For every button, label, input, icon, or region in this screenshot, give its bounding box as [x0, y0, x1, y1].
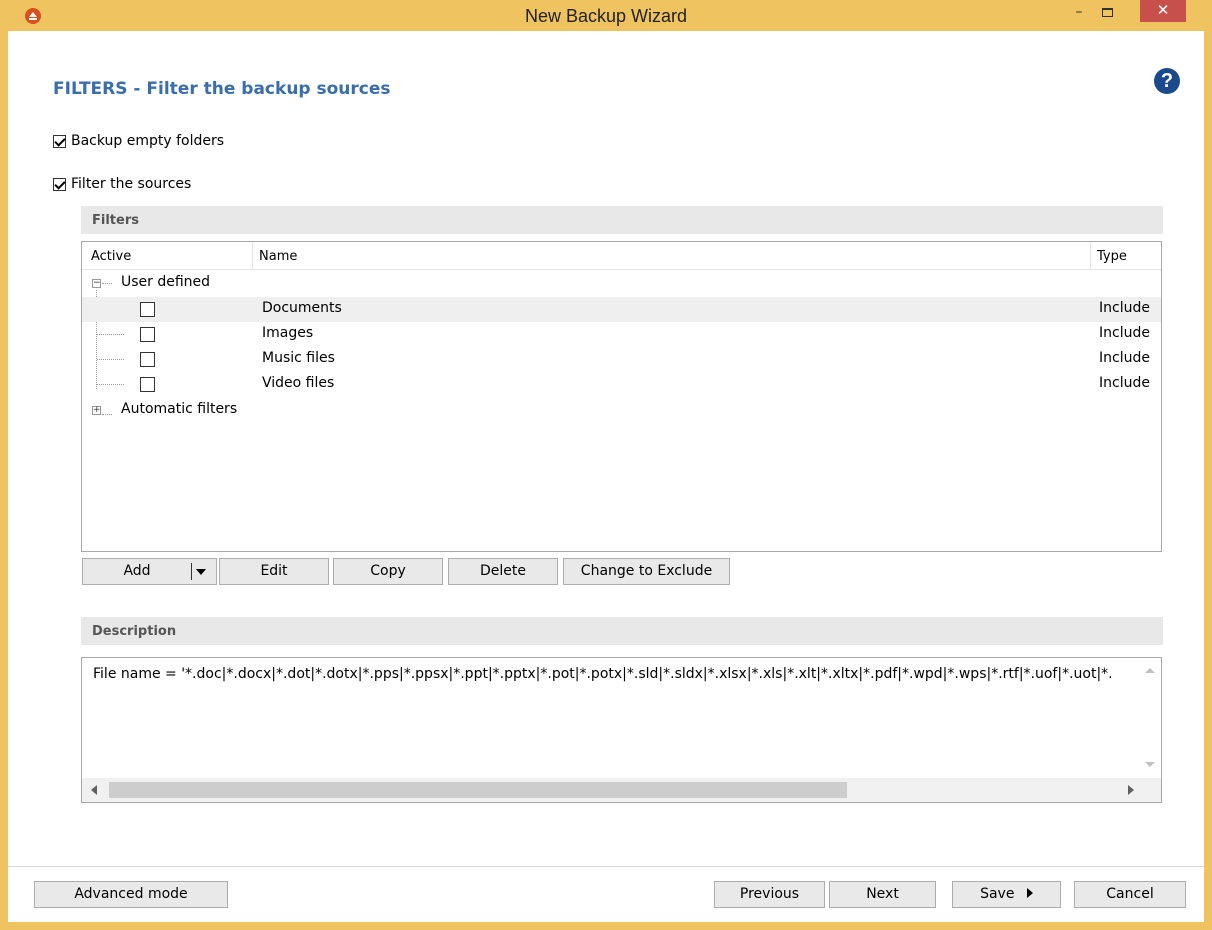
tree-group-user-defined[interactable]: − User defined — [82, 271, 1161, 296]
help-icon[interactable]: ? — [1154, 68, 1180, 94]
backup-empty-folders-option[interactable]: Backup empty folders — [53, 133, 224, 149]
column-type[interactable]: Type — [1097, 249, 1127, 264]
page-title: FILTERS - Filter the backup sources — [53, 79, 391, 99]
filter-type: Include — [1099, 375, 1150, 391]
close-button[interactable]: ✕ — [1140, 0, 1186, 22]
column-divider[interactable] — [1090, 242, 1091, 270]
scroll-thumb[interactable] — [109, 782, 847, 798]
filter-active-checkbox[interactable] — [140, 327, 155, 342]
filter-name: Video files — [262, 375, 335, 391]
scroll-up-icon[interactable] — [1145, 668, 1155, 673]
filter-type: Include — [1099, 325, 1150, 341]
filter-sources-checkbox[interactable] — [53, 177, 66, 191]
filter-active-checkbox[interactable] — [140, 352, 155, 367]
copy-button[interactable]: Copy — [333, 558, 443, 585]
vertical-scrollbar[interactable] — [1137, 658, 1161, 778]
dropdown-arrow-icon[interactable] — [196, 569, 206, 575]
backup-empty-folders-checkbox[interactable] — [53, 134, 66, 148]
backup-empty-folders-label: Backup empty folders — [71, 133, 225, 149]
minimize-button[interactable]: – — [1066, 4, 1092, 28]
group-label: User defined — [121, 274, 211, 290]
scroll-left-icon[interactable] — [91, 785, 97, 795]
change-to-exclude-button[interactable]: Change to Exclude — [563, 558, 730, 585]
footer-divider — [8, 866, 1204, 867]
maximize-button[interactable] — [1094, 0, 1120, 24]
advanced-mode-button[interactable]: Advanced mode — [34, 881, 228, 908]
backup-wizard-window: New Backup Wizard – ✕ ? FILTERS - Filter… — [0, 0, 1212, 930]
wizard-client-area: ? FILTERS - Filter the backup sources Ba… — [8, 31, 1204, 922]
collapse-icon[interactable]: − — [92, 279, 101, 288]
filter-row-music-files[interactable]: Music files Include — [82, 347, 1161, 372]
column-active[interactable]: Active — [91, 249, 131, 264]
filter-type: Include — [1099, 350, 1150, 366]
filters-section-header: Filters — [81, 206, 1163, 234]
delete-button[interactable]: Delete — [448, 558, 558, 585]
tree-group-automatic-filters[interactable]: + Automatic filters — [82, 398, 1161, 423]
cancel-button[interactable]: Cancel — [1074, 881, 1186, 908]
add-label: Add — [123, 563, 151, 579]
filter-active-checkbox[interactable] — [140, 302, 155, 317]
filter-row-video-files[interactable]: Video files Include — [82, 372, 1161, 397]
column-divider[interactable] — [252, 242, 253, 270]
filters-tree-header: Active Name Type — [82, 242, 1161, 270]
filter-name: Documents — [262, 300, 342, 316]
split-divider — [191, 563, 192, 580]
scroll-down-icon[interactable] — [1145, 762, 1155, 767]
filter-name: Images — [262, 325, 314, 341]
title-bar[interactable]: New Backup Wizard – ✕ — [0, 0, 1212, 31]
filters-tree[interactable]: Active Name Type − User defined Document… — [81, 241, 1162, 552]
maximize-icon — [1101, 8, 1113, 17]
play-arrow-icon — [1026, 888, 1033, 898]
filter-row-images[interactable]: Images Include — [82, 322, 1161, 347]
filter-row-documents[interactable]: Documents Include — [82, 297, 1161, 322]
previous-button[interactable]: Previous — [714, 881, 825, 908]
save-button[interactable]: Save — [952, 881, 1061, 908]
filter-active-checkbox[interactable] — [140, 377, 155, 392]
filter-sources-option[interactable]: Filter the sources — [53, 176, 191, 192]
scroll-right-icon[interactable] — [1128, 785, 1134, 795]
description-box[interactable]: File name = '*.doc|*.docx|*.dot|*.dotx|*… — [81, 657, 1162, 803]
filter-type: Include — [1099, 300, 1150, 316]
filter-sources-label: Filter the sources — [71, 176, 192, 192]
window-title: New Backup Wizard — [524, 6, 688, 26]
edit-button[interactable]: Edit — [219, 558, 329, 585]
description-section-header: Description — [81, 617, 1163, 645]
description-text: File name = '*.doc|*.docx|*.dot|*.dotx|*… — [93, 666, 1113, 682]
group-label: Automatic filters — [121, 401, 238, 417]
save-label: Save — [980, 886, 1015, 902]
filter-name: Music files — [262, 350, 335, 366]
expand-icon[interactable]: + — [92, 406, 101, 415]
add-filter-button[interactable]: Add — [82, 558, 217, 585]
column-name[interactable]: Name — [259, 249, 297, 264]
next-button[interactable]: Next — [829, 881, 936, 908]
horizontal-scrollbar[interactable] — [82, 778, 1161, 802]
